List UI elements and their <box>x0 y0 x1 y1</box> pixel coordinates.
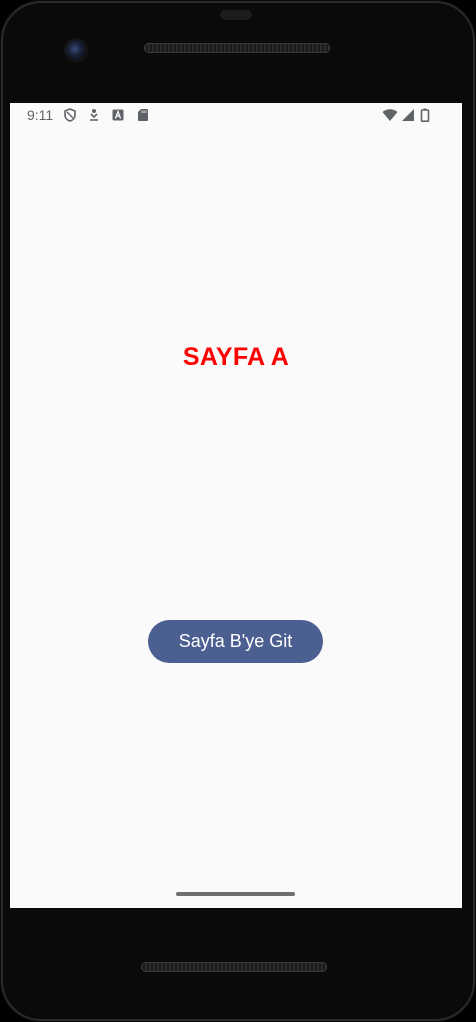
shield-icon <box>64 108 76 122</box>
sd-card-icon <box>138 109 148 121</box>
font-icon <box>112 109 124 121</box>
cell-signal-icon <box>402 109 414 121</box>
bottom-speaker <box>141 962 327 972</box>
device-sensor-bar <box>220 10 252 20</box>
app-screen: 9:11 SAYFA A Sayfa B'ye Git <box>10 103 462 908</box>
front-camera <box>66 40 86 60</box>
status-time: 9:11 <box>27 107 54 123</box>
page-title: SAYFA A <box>182 343 290 371</box>
wifi-icon <box>382 109 398 121</box>
earpiece-speaker <box>144 43 330 53</box>
status-bar: 9:11 <box>10 103 462 129</box>
go-to-page-b-button[interactable]: Sayfa B'ye Git <box>148 620 323 663</box>
download-icon <box>90 109 98 121</box>
battery-icon <box>420 108 430 122</box>
phone-device-frame: 9:11 SAYFA A Sayfa B'ye Git <box>0 0 476 1022</box>
home-gesture-bar[interactable] <box>176 892 295 896</box>
